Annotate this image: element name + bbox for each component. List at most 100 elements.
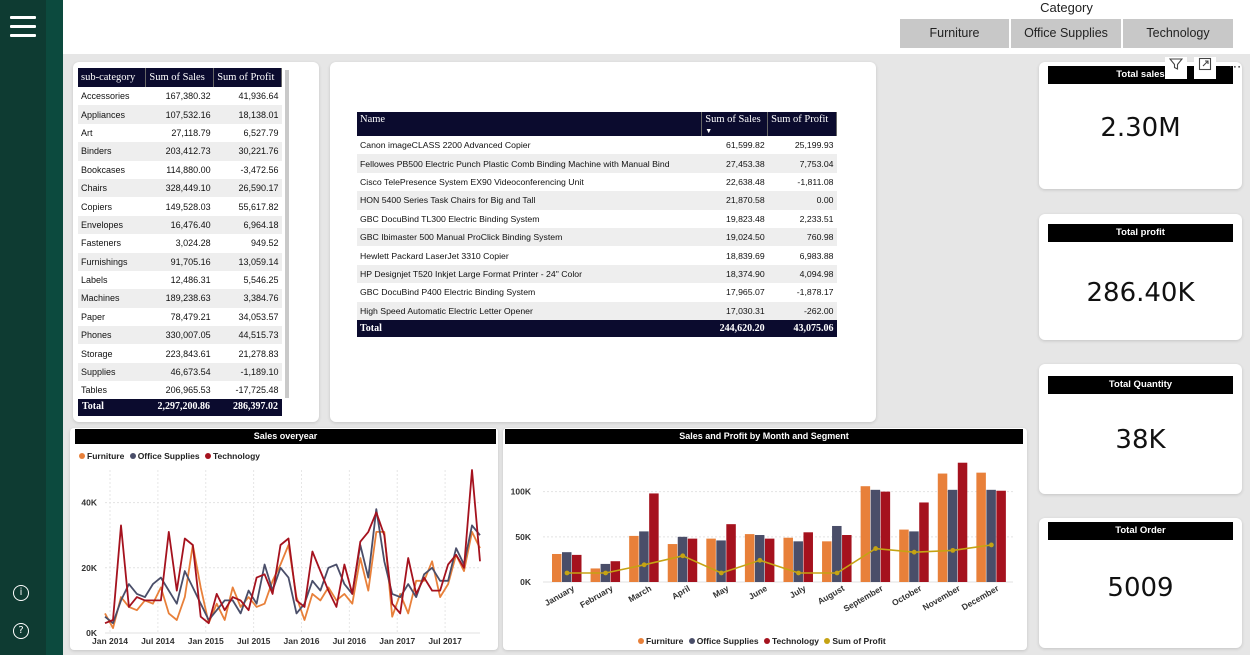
sales-cell: 21,870.58 [701,191,768,210]
legend-item-office-supplies[interactable]: Office Supplies [688,636,759,646]
x-tick-label: March [626,583,653,604]
kpi-label: Total Order [1048,522,1233,540]
profit-cell: 949.52 [250,238,279,249]
table-row[interactable]: Accessories 167,380.32 41,936.64 [78,87,282,105]
table-row[interactable]: Fellowes PB500 Electric Punch Plastic Co… [357,154,837,173]
bar-technology [764,538,775,582]
product-table: Name Sum of Sales ▼ Sum of Profit Canon i… [357,112,837,337]
profit-cell: 0.00 [767,191,837,210]
total-label: Total [82,401,104,412]
table-row[interactable]: Binders 203,412.73 30,221.76 [78,142,282,161]
category-option-office-supplies[interactable]: Office Supplies [1011,19,1122,48]
bar-technology [803,532,813,582]
legend-item-technology[interactable]: Technology [763,636,820,646]
bar-office-supplies [677,536,688,582]
table-row[interactable]: Canon imageCLASS 2200 Advanced Copier 61,… [357,136,837,154]
bar-office-supplies [986,489,996,582]
column-header[interactable]: Name [357,112,703,136]
bar-furniture [976,472,986,582]
table-row[interactable]: Storage 223,843.61 21,278.83 [78,344,282,362]
table-row[interactable]: Paper 78,479.21 34,053.57 [78,308,282,326]
table-row[interactable]: High Speed Automatic Electric Letter Ope… [357,301,837,320]
subcategory-table-scroll[interactable]: sub-category Sum of Sales Sum of Profit … [78,68,282,399]
profit-point [641,562,647,568]
table-row[interactable]: Copiers 149,528.03 55,617.82 [78,197,282,215]
table-row[interactable]: Bookcases 114,880.00 -3,472.56 [78,161,282,179]
menu-icon[interactable] [10,16,36,38]
legend-label: Technology [771,636,820,646]
column-header-sorted[interactable]: Sum of Sales ▼ [701,112,769,136]
category-option-technology[interactable]: Technology [1123,19,1234,48]
table-row[interactable]: Hewlett Packard LaserJet 3310 Copier 18,8… [357,246,837,264]
subcategory-cell: Appliances [78,105,146,124]
profit-point [680,553,686,559]
sales-cell: 27,453.38 [701,154,768,173]
subcategory-cell: Storage [81,348,113,359]
profit-point [873,546,879,551]
product-name-cell: High Speed Automatic Electric Letter Ope… [357,301,702,320]
sales-cell: 149,528.03 [165,201,211,212]
table-row[interactable]: Art 27,118.79 6,527.79 [78,124,282,142]
table-row[interactable]: Chairs 328,449.10 26,590.17 [78,178,282,198]
table-row[interactable]: Tables 206,965.53 -17,725.48 [78,381,282,399]
table-row[interactable]: Cisco TelePresence System EX90 Videoconf… [357,173,837,191]
table-row[interactable]: Fasteners 3,024.28 949.52 [78,234,282,252]
subcategory-cell: Labels [81,275,108,286]
kpi-label: Total Quantity [1048,376,1233,394]
subcategory-cell: Phones [78,326,146,345]
sales-profit-month-chart[interactable]: 0K 50K 100K January February March April May Jun… [503,445,1027,635]
table-row[interactable]: GBC DocuBind P400 Electric Binding Syste… [357,283,837,301]
table-row[interactable]: HON 5400 Series Task Chairs for Big and … [357,191,837,210]
y-tick-label: 20K [81,563,97,573]
table-row[interactable]: Labels 12,486.31 5,546.25 [78,271,282,289]
column-header[interactable]: sub-category [78,68,147,87]
focus-mode-icon[interactable] [1194,57,1216,79]
bar-office-supplies [909,531,919,582]
category-option-furniture[interactable]: Furniture [900,19,1010,48]
table-row[interactable]: Phones 330,007.05 44,515.73 [78,326,282,345]
table-row[interactable]: Supplies 46,673.54 -1,189.10 [78,362,282,382]
column-header[interactable]: Sum of Profit [767,112,837,136]
total-profit: 43,075.06 [767,319,837,337]
x-tick-label: Jan 2014 [92,636,128,646]
legend-label: Furniture [646,636,684,646]
product-name-cell: GBC Ibimaster 500 Manual ProClick Bindin… [357,227,702,247]
kpi-label: Total profit [1048,224,1233,242]
table-row[interactable]: Furnishings 91,705.16 13,059.14 [78,252,282,271]
table-row[interactable]: Envelopes 16,476.40 6,964.18 [78,215,282,235]
kpi-card-total-sales: Total sales 2.30M [1039,62,1242,189]
kpi-value: 5009 [1107,573,1174,603]
bar-technology [649,493,659,582]
table-row[interactable]: Appliances 107,532.16 18,138.01 [78,105,282,124]
profit-point [757,557,763,563]
sales-cell: 46,673.54 [145,362,214,382]
filter-icon[interactable] [1165,57,1187,79]
bar-office-supplies [639,531,649,582]
scrollbar[interactable] [285,70,289,398]
help-icon[interactable]: ? [13,623,29,639]
table-row[interactable]: Machines 189,238.63 3,384.76 [78,289,282,308]
total-profit: 286,397.02 [233,401,278,412]
legend-item-profit[interactable]: Sum of Profit [824,636,886,646]
sales-cell: 17,965.07 [726,287,765,298]
header-area [63,0,883,54]
subcategory-cell: Tables [81,385,108,396]
table-row[interactable]: HP Designjet T520 Inkjet Large Format Pr… [357,264,837,284]
info-icon[interactable]: i [13,585,29,601]
column-header[interactable]: Sum of Profit [213,68,282,87]
sales-cell: 3,024.28 [175,238,211,249]
profit-cell: -1,189.10 [213,362,282,382]
nav-pane: i ? [0,0,46,655]
sales-cell: 22,638.48 [726,176,765,187]
x-tick-label: September [842,583,886,614]
column-header[interactable]: Sum of Sales [145,68,215,87]
table-row[interactable]: GBC Ibimaster 500 Manual ProClick Bindin… [357,227,837,247]
more-options-icon[interactable]: ⋯ [1224,57,1246,79]
legend-item-furniture[interactable]: Furniture [638,636,683,646]
subcategory-cell: Envelopes [78,215,146,235]
table-row[interactable]: GBC DocuBind TL300 Electric Binding Syst… [357,210,837,228]
sales-overyear-chart[interactable]: 0K20K40KJan 2014 Jul 2014 Jan 2015 Jul 2015… [70,460,498,650]
y-tick-label: 50K [515,532,531,542]
x-tick-label: January [543,583,576,608]
kpi-value: 2.30M [1100,113,1181,143]
